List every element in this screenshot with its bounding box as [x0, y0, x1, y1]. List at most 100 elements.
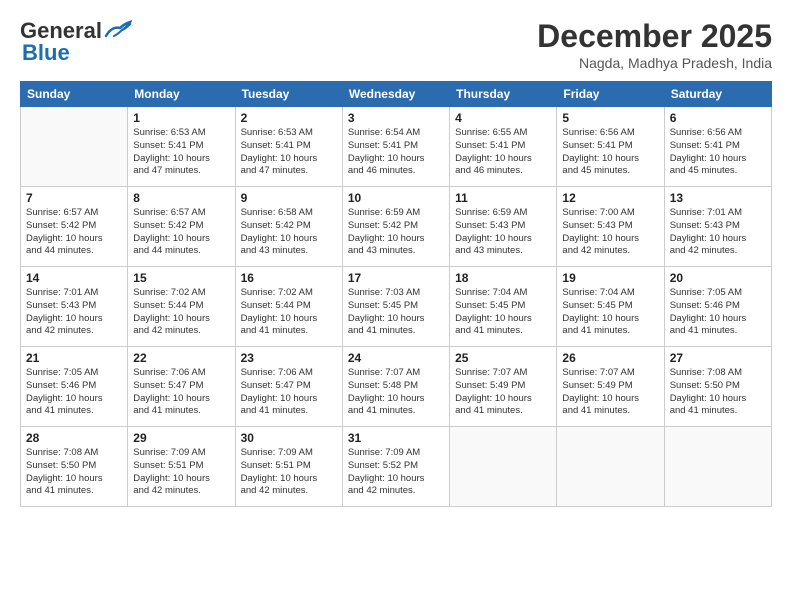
calendar-cell: 10 Sunrise: 6:59 AM Sunset: 5:42 PM Dayli…: [342, 187, 449, 267]
calendar-cell: 12 Sunrise: 7:00 AM Sunset: 5:43 PM Dayli…: [557, 187, 664, 267]
calendar-week-row: 28 Sunrise: 7:08 AM Sunset: 5:50 PM Dayli…: [21, 427, 772, 507]
calendar-week-row: 7 Sunrise: 6:57 AM Sunset: 5:42 PM Daylig…: [21, 187, 772, 267]
calendar-cell: 6Sunrise: 6:56 AM Sunset: 5:41 PM Daylig…: [664, 107, 771, 187]
month-title: December 2025: [537, 18, 772, 55]
calendar-cell: [450, 427, 557, 507]
day-info: Sunrise: 7:06 AM Sunset: 5:47 PM Dayligh…: [241, 367, 337, 418]
day-info: Sunrise: 7:01 AM Sunset: 5:43 PM Dayligh…: [670, 207, 766, 258]
calendar-cell: 16Sunrise: 7:02 AM Sunset: 5:44 PM Dayli…: [235, 267, 342, 347]
day-number: 9: [241, 191, 337, 205]
calendar-cell: 3 Sunrise: 6:54 AM Sunset: 5:41 PM Daylig…: [342, 107, 449, 187]
day-info: Sunrise: 7:05 AM Sunset: 5:46 PM Dayligh…: [670, 287, 766, 338]
day-info: Sunrise: 7:09 AM Sunset: 5:51 PM Dayligh…: [241, 447, 337, 498]
day-number: 15: [133, 271, 229, 285]
day-info: Sunrise: 7:09 AM Sunset: 5:52 PM Dayligh…: [348, 447, 444, 498]
day-number: 17: [348, 271, 444, 285]
day-info: Sunrise: 7:07 AM Sunset: 5:49 PM Dayligh…: [455, 367, 551, 418]
day-info: Sunrise: 6:59 AM Sunset: 5:43 PM Dayligh…: [455, 207, 551, 258]
header-tuesday: Tuesday: [235, 82, 342, 107]
calendar-cell: 27 Sunrise: 7:08 AM Sunset: 5:50 PM Dayli…: [664, 347, 771, 427]
logo-bird-icon: [104, 18, 132, 40]
calendar-cell: 28 Sunrise: 7:08 AM Sunset: 5:50 PM Dayli…: [21, 427, 128, 507]
day-number: 13: [670, 191, 766, 205]
day-number: 6: [670, 111, 766, 125]
calendar-cell: 31 Sunrise: 7:09 AM Sunset: 5:52 PM Dayli…: [342, 427, 449, 507]
day-number: 7: [26, 191, 122, 205]
day-number: 25: [455, 351, 551, 365]
day-info: Sunrise: 7:06 AM Sunset: 5:47 PM Dayligh…: [133, 367, 229, 418]
day-number: 10: [348, 191, 444, 205]
calendar-cell: 19 Sunrise: 7:04 AM Sunset: 5:45 PM Dayli…: [557, 267, 664, 347]
header: General Blue December 2025 Nagda, Madhya…: [20, 18, 772, 71]
calendar-cell: 9 Sunrise: 6:58 AM Sunset: 5:42 PM Daylig…: [235, 187, 342, 267]
page: General Blue December 2025 Nagda, Madhya…: [0, 0, 792, 612]
day-info: Sunrise: 7:07 AM Sunset: 5:48 PM Dayligh…: [348, 367, 444, 418]
day-info: Sunrise: 6:53 AM Sunset: 5:41 PM Dayligh…: [241, 127, 337, 178]
day-info: Sunrise: 7:04 AM Sunset: 5:45 PM Dayligh…: [562, 287, 658, 338]
day-info: Sunrise: 7:04 AM Sunset: 5:45 PM Dayligh…: [455, 287, 551, 338]
day-info: Sunrise: 7:08 AM Sunset: 5:50 PM Dayligh…: [670, 367, 766, 418]
day-info: Sunrise: 6:56 AM Sunset: 5:41 PM Dayligh…: [562, 127, 658, 178]
header-monday: Monday: [128, 82, 235, 107]
day-number: 31: [348, 431, 444, 445]
day-number: 27: [670, 351, 766, 365]
calendar-table: Sunday Monday Tuesday Wednesday Thursday…: [20, 81, 772, 507]
calendar-cell: 29Sunrise: 7:09 AM Sunset: 5:51 PM Dayli…: [128, 427, 235, 507]
day-info: Sunrise: 6:59 AM Sunset: 5:42 PM Dayligh…: [348, 207, 444, 258]
day-number: 30: [241, 431, 337, 445]
calendar-cell: 21 Sunrise: 7:05 AM Sunset: 5:46 PM Dayli…: [21, 347, 128, 427]
calendar-cell: [664, 427, 771, 507]
day-number: 1: [133, 111, 229, 125]
day-info: Sunrise: 7:03 AM Sunset: 5:45 PM Dayligh…: [348, 287, 444, 338]
day-number: 16: [241, 271, 337, 285]
calendar-cell: 18 Sunrise: 7:04 AM Sunset: 5:45 PM Dayli…: [450, 267, 557, 347]
day-number: 23: [241, 351, 337, 365]
header-saturday: Saturday: [664, 82, 771, 107]
day-number: 24: [348, 351, 444, 365]
calendar-cell: 22 Sunrise: 7:06 AM Sunset: 5:47 PM Dayli…: [128, 347, 235, 427]
day-number: 22: [133, 351, 229, 365]
day-number: 20: [670, 271, 766, 285]
calendar-cell: 25 Sunrise: 7:07 AM Sunset: 5:49 PM Dayli…: [450, 347, 557, 427]
day-info: Sunrise: 7:00 AM Sunset: 5:43 PM Dayligh…: [562, 207, 658, 258]
day-number: 28: [26, 431, 122, 445]
day-info: Sunrise: 6:55 AM Sunset: 5:41 PM Dayligh…: [455, 127, 551, 178]
day-info: Sunrise: 7:05 AM Sunset: 5:46 PM Dayligh…: [26, 367, 122, 418]
day-number: 12: [562, 191, 658, 205]
day-info: Sunrise: 6:54 AM Sunset: 5:41 PM Dayligh…: [348, 127, 444, 178]
calendar-cell: 5Sunrise: 6:56 AM Sunset: 5:41 PM Daylig…: [557, 107, 664, 187]
logo: General Blue: [20, 18, 132, 66]
header-friday: Friday: [557, 82, 664, 107]
calendar-cell: 15 Sunrise: 7:02 AM Sunset: 5:44 PM Dayli…: [128, 267, 235, 347]
day-number: 18: [455, 271, 551, 285]
calendar-cell: 2 Sunrise: 6:53 AM Sunset: 5:41 PM Daylig…: [235, 107, 342, 187]
calendar-cell: 14 Sunrise: 7:01 AM Sunset: 5:43 PM Dayli…: [21, 267, 128, 347]
calendar-cell: 8 Sunrise: 6:57 AM Sunset: 5:42 PM Daylig…: [128, 187, 235, 267]
day-info: Sunrise: 7:01 AM Sunset: 5:43 PM Dayligh…: [26, 287, 122, 338]
calendar-cell: 20 Sunrise: 7:05 AM Sunset: 5:46 PM Dayli…: [664, 267, 771, 347]
day-info: Sunrise: 6:57 AM Sunset: 5:42 PM Dayligh…: [26, 207, 122, 258]
calendar-cell: 11 Sunrise: 6:59 AM Sunset: 5:43 PM Dayli…: [450, 187, 557, 267]
calendar-week-row: 1 Sunrise: 6:53 AM Sunset: 5:41 PM Daylig…: [21, 107, 772, 187]
header-thursday: Thursday: [450, 82, 557, 107]
day-number: 21: [26, 351, 122, 365]
day-info: Sunrise: 7:07 AM Sunset: 5:49 PM Dayligh…: [562, 367, 658, 418]
calendar-cell: 24 Sunrise: 7:07 AM Sunset: 5:48 PM Dayli…: [342, 347, 449, 427]
day-number: 19: [562, 271, 658, 285]
day-number: 11: [455, 191, 551, 205]
day-info: Sunrise: 6:58 AM Sunset: 5:42 PM Dayligh…: [241, 207, 337, 258]
day-number: 3: [348, 111, 444, 125]
calendar-cell: 7 Sunrise: 6:57 AM Sunset: 5:42 PM Daylig…: [21, 187, 128, 267]
day-info: Sunrise: 6:57 AM Sunset: 5:42 PM Dayligh…: [133, 207, 229, 258]
calendar-header-row: Sunday Monday Tuesday Wednesday Thursday…: [21, 82, 772, 107]
location-subtitle: Nagda, Madhya Pradesh, India: [537, 55, 772, 71]
calendar-cell: 23 Sunrise: 7:06 AM Sunset: 5:47 PM Dayli…: [235, 347, 342, 427]
calendar-cell: 4Sunrise: 6:55 AM Sunset: 5:41 PM Daylig…: [450, 107, 557, 187]
day-number: 8: [133, 191, 229, 205]
day-info: Sunrise: 7:08 AM Sunset: 5:50 PM Dayligh…: [26, 447, 122, 498]
day-number: 14: [26, 271, 122, 285]
header-wednesday: Wednesday: [342, 82, 449, 107]
day-info: Sunrise: 7:02 AM Sunset: 5:44 PM Dayligh…: [133, 287, 229, 338]
calendar-cell: [557, 427, 664, 507]
day-number: 2: [241, 111, 337, 125]
